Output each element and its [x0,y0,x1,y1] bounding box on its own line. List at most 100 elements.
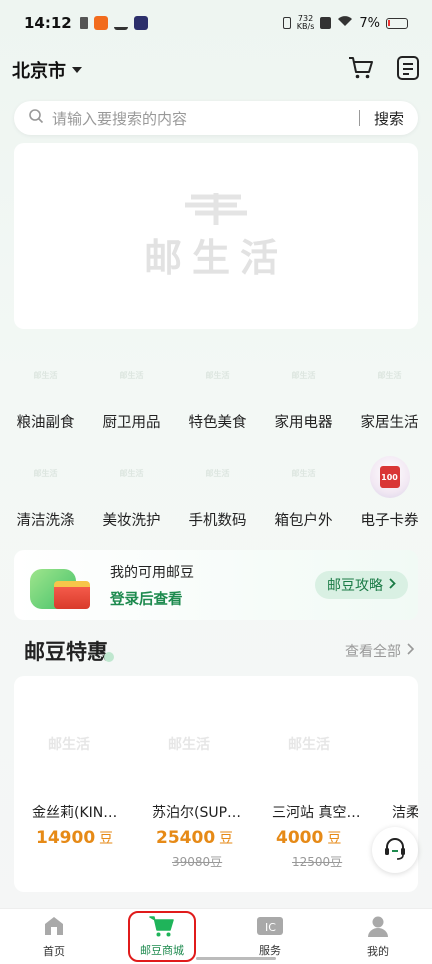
network-speed-unit: KB/s [296,22,315,31]
top-header: 北京市 [0,50,432,90]
category-food[interactable]: 邮生活 特色美食 [177,340,258,438]
tab-profile[interactable]: 我的 [324,909,432,964]
category-label: 家用电器 [274,415,333,431]
section-title: 邮豆特惠 [24,640,108,664]
food-icon: 邮生活 [205,370,230,380]
points-gift-icon [24,557,96,613]
product-price-unit: 豆 [99,831,114,847]
chevron-right-icon [389,577,396,593]
banner[interactable]: 邮生活 [14,143,418,329]
network-speed: 732 KB/s [297,15,315,31]
product-card[interactable]: 邮生活 金丝莉(KIN… 14900 豆 [14,676,124,892]
product-carousel: 邮生活 金丝莉(KIN… 14900 豆 邮生活 苏泊尔(SUP… 25400 豆 … [14,676,418,892]
tab-points-mall[interactable]: 邮豆商城 [108,909,216,964]
appliance-icon: 邮生活 [291,370,316,380]
category-label: 粮油副食 [16,415,75,431]
category-label: 箱包户外 [274,513,333,529]
product-price-value: 4000 [276,828,324,848]
sim-icon [79,17,88,29]
category-grid: 邮生活 粮油副食 邮生活 厨卫用品 邮生活 特色美食 邮生活 家用电器 邮生活 … [0,340,432,530]
active-tab-highlight: 邮豆商城 [128,911,196,962]
orders-icon[interactable] [396,55,420,85]
product-old-price: 12500豆 [292,855,343,869]
product-name: 金丝莉(KIN… [32,805,118,821]
product-name: 三河站 真空… [272,805,361,821]
tab-service[interactable]: IC 服务 [216,909,324,964]
tab-label: 我的 [367,945,389,958]
battery-icon [386,17,408,29]
product-price: 14900 豆 [36,828,113,848]
category-phone[interactable]: 邮生活 手机数码 [177,438,258,536]
home-indicator [196,957,276,960]
product-image: 邮生活 [48,737,90,753]
category-luggage[interactable]: 邮生活 箱包户外 [263,438,344,536]
customer-service-button[interactable] [372,827,418,873]
battery-percent: 7% [359,15,380,31]
points-card[interactable]: 我的可用邮豆 登录后查看 邮豆攻略 [14,550,418,620]
product-name: 苏泊尔(SUP… [152,805,242,821]
postal-logo-icon [184,192,247,225]
category-label: 清洁洗涤 [16,513,75,529]
city-name: 北京市 [12,61,66,82]
banner-logo-text: 邮生活 [143,235,288,280]
wifi-icon [337,15,353,31]
kitchen-icon: 邮生活 [119,370,144,380]
service-icon: IC [256,915,284,940]
cleaning-icon: 邮生活 [33,468,58,478]
product-name: 洁柔 [392,805,418,821]
category-cleaning[interactable]: 邮生活 清洁洗涤 [5,438,86,536]
grain-oil-icon: 邮生活 [33,370,58,380]
category-label: 美妆洗护 [102,513,161,529]
product-card[interactable]: 邮生活 三河站 真空… 4000 豆 12500豆 [254,676,364,892]
svg-text:IC: IC [265,921,276,934]
points-login-link[interactable]: 登录后查看 [110,588,194,609]
app-notification-icon [93,16,108,30]
category-appliance[interactable]: 邮生活 家用电器 [263,340,344,438]
product-price-value: 25400 [156,828,216,848]
category-label: 特色美食 [188,415,247,431]
tab-label: 邮豆商城 [140,944,184,957]
shop-cart-icon [149,915,175,942]
category-coupon[interactable]: 100 电子卡券 [349,438,430,536]
search-button[interactable]: 搜索 [374,108,404,129]
product-image: 邮生活 [168,737,210,753]
product-old-price: 39080豆 [172,855,223,869]
points-guide-label: 邮豆攻略 [327,578,383,594]
category-label: 手机数码 [188,513,247,529]
category-label: 厨卫用品 [102,415,161,431]
luggage-icon: 邮生活 [291,468,316,478]
category-label: 电子卡券 [360,513,419,529]
product-price-unit: 豆 [219,831,234,847]
category-grain-oil[interactable]: 邮生活 粮油副食 [5,340,86,438]
category-kitchen[interactable]: 邮生活 厨卫用品 [91,340,172,438]
city-selector[interactable]: 北京市 [12,57,82,83]
coupon-badge: 100 [379,466,400,488]
tab-label: 服务 [259,944,281,957]
x-icon [320,17,332,29]
tab-label: 首页 [43,945,65,958]
product-price-value: 14900 [36,828,96,848]
view-all-label: 查看全部 [345,644,401,660]
search-bar[interactable]: 请输入要搜索的内容 搜索 [14,101,418,135]
bottom-tab-bar: 首页 邮豆商城 IC 服务 我的 [0,908,432,964]
crown-icon [113,16,128,30]
category-home-life[interactable]: 邮生活 家居生活 [349,340,430,438]
search-input[interactable]: 请输入要搜索的内容 [52,108,359,129]
profile-icon [366,914,390,941]
cart-icon[interactable] [348,56,374,84]
section-title-decoration [104,652,114,662]
product-card[interactable]: 邮生活 苏泊尔(SUP… 25400 豆 39080豆 [134,676,244,892]
status-time: 14:12 [24,14,72,32]
tab-home[interactable]: 首页 [0,909,108,964]
play-icon [133,16,148,30]
headset-icon [382,835,408,865]
view-all-link[interactable]: 查看全部 [345,641,415,661]
search-divider [358,110,360,126]
points-guide-button[interactable]: 邮豆攻略 [315,571,408,599]
beauty-icon: 邮生活 [119,468,144,478]
product-image: 邮生活 [288,737,330,753]
coupon-icon: 100 [369,456,410,498]
status-bar: 14:12 732 KB/s 7% [0,0,432,46]
status-right: 732 KB/s 7% [282,15,408,31]
category-beauty[interactable]: 邮生活 美妆洗护 [91,438,172,536]
